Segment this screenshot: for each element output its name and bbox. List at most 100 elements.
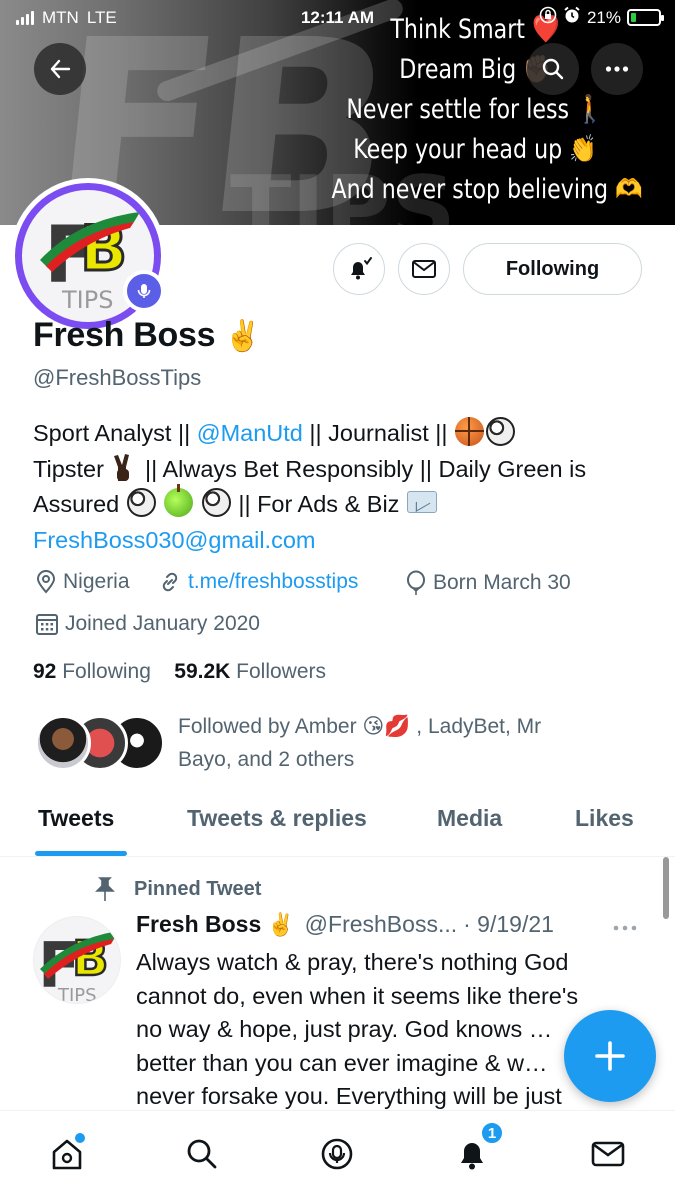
tweet-text-line: Always watch & pray, there's nothing God <box>136 949 569 975</box>
basketball-emoji <box>454 417 484 446</box>
more-options-button[interactable] <box>591 43 643 95</box>
tab-likes[interactable]: Likes <box>575 805 634 832</box>
motto-line: Never settle for less 🚶 <box>346 94 604 125</box>
victory-hand-emoji: ✌️ <box>224 320 262 353</box>
tweet-date[interactable]: · 9/19/21 <box>463 911 554 938</box>
birthday-text: Born March 30 <box>433 571 571 594</box>
motto-line: Keep your head up 👏 <box>353 134 597 165</box>
notifications-count-badge: 1 <box>480 1121 504 1145</box>
status-right: 21% <box>539 6 664 29</box>
battery-icon <box>627 9 664 26</box>
status-bar: MTN LTE 12:11 AM 21% <box>0 0 675 36</box>
tweet-more-button[interactable] <box>612 912 638 938</box>
followed-by-text[interactable]: Followed by Amber 😘💋 , LadyBet, Mr Bayo,… <box>178 710 638 776</box>
nav-search[interactable] <box>172 1129 232 1179</box>
home-new-dot <box>75 1133 85 1143</box>
bio-email-link[interactable]: FreshBoss030@gmail.com <box>33 527 315 553</box>
location-text: Nigeria <box>63 570 130 593</box>
spaces-mic-icon <box>137 284 151 298</box>
following-stat[interactable]: 92 Following <box>33 660 151 683</box>
search-icon <box>187 1139 217 1169</box>
spaces-icon <box>321 1138 353 1170</box>
profile-bio: Sport Analyst || @ManUtd || Journalist |… <box>33 416 653 558</box>
search-button[interactable] <box>527 43 579 95</box>
follow-stats: 92 Following 59.2K Followers <box>33 660 326 684</box>
tweet-author-handle[interactable]: @FreshBoss... <box>305 911 457 938</box>
nav-spaces[interactable] <box>307 1129 367 1179</box>
banner-motto: Think Smart ❤️ Dream Big ✊🏽 Never settle… <box>331 10 643 210</box>
bio-text: Tipster <box>33 455 111 482</box>
soccer-ball-emoji <box>126 488 156 517</box>
email-emoji <box>406 491 437 513</box>
alarm-icon <box>563 6 581 29</box>
tweet-author-name[interactable]: Fresh Boss <box>136 911 261 938</box>
website[interactable]: t.me/freshbosstips <box>158 570 358 594</box>
motto-line: And never stop believing 🫶 <box>331 174 643 205</box>
bio-text: || For Ads & Biz <box>231 491 406 517</box>
followed-by-line: Followed by Amber 😘💋 , LadyBet, Mr <box>178 715 542 738</box>
tab-tweets[interactable]: Tweets <box>38 805 114 832</box>
followers-stat[interactable]: 59.2K Followers <box>174 660 326 683</box>
joined-text: Joined January 2020 <box>65 612 260 635</box>
soccer-ball-emoji <box>201 488 231 517</box>
spaces-mic-badge[interactable] <box>123 270 165 312</box>
soccer-ball-emoji <box>485 417 515 446</box>
compose-tweet-button[interactable] <box>564 1010 656 1102</box>
calendar-icon <box>36 614 58 635</box>
following-button[interactable]: Following <box>463 243 642 295</box>
svg-text:TIPS: TIPS <box>57 985 97 1004</box>
bio-text: || Always Bet Responsibly || Daily Green… <box>138 455 587 482</box>
display-name-text: Fresh Boss <box>33 316 216 354</box>
link-icon <box>162 572 178 592</box>
bottom-navigation: 1 <box>0 1110 675 1200</box>
display-name: Fresh Boss ✌️ <box>33 316 262 355</box>
bio-text: Assured <box>33 491 126 517</box>
pinned-tweet-text: Pinned Tweet <box>134 877 262 900</box>
nav-home[interactable] <box>37 1129 97 1179</box>
join-date: Joined January 2020 <box>35 612 260 636</box>
bio-text: Sport Analyst || <box>33 420 197 446</box>
tab-media[interactable]: Media <box>437 805 502 832</box>
notifications-toggle-button[interactable] <box>333 243 385 295</box>
victory-hand-dark-emoji <box>114 453 130 481</box>
location: Nigeria <box>35 570 130 594</box>
tweet-text-line: cannot do, even when it seems like there… <box>136 982 579 1009</box>
following-count: 92 <box>33 660 57 683</box>
active-tab-indicator <box>35 851 127 856</box>
bio-text: || Journalist || <box>302 420 454 446</box>
followers-count: 59.2K <box>174 660 231 683</box>
pin-icon <box>95 877 115 901</box>
battery-percent: 21% <box>586 7 621 27</box>
more-icon <box>613 925 637 931</box>
balloon-icon <box>407 570 425 595</box>
message-button[interactable] <box>398 243 450 295</box>
victory-hand-emoji: ✌️ <box>267 911 295 937</box>
website-link[interactable]: t.me/freshbosstips <box>188 570 358 594</box>
bell-check-icon <box>351 257 372 280</box>
nav-messages[interactable] <box>578 1129 638 1179</box>
birthday: Born March 30 <box>405 570 571 596</box>
mail-icon <box>412 260 436 278</box>
back-button[interactable] <box>34 43 86 95</box>
plus-icon <box>595 1041 625 1071</box>
profile-tabs: Tweets Tweets & replies Media Likes <box>0 795 675 857</box>
tweet-author-avatar[interactable]: F B TIPS <box>33 916 121 1004</box>
followed-by-line: Bayo, and 2 others <box>178 748 355 771</box>
scrollbar[interactable] <box>663 857 669 919</box>
bio-mention-link[interactable]: @ManUtd <box>197 420 303 446</box>
tweet-header: Fresh Boss ✌️ @FreshBoss... · 9/19/21 <box>136 911 554 938</box>
followers-label: Followers <box>236 660 327 683</box>
followed-by-avatars[interactable] <box>35 715 165 773</box>
nav-notifications[interactable]: 1 <box>442 1121 504 1179</box>
svg-text:TIPS: TIPS <box>61 286 113 314</box>
tab-tweets-replies[interactable]: Tweets & replies <box>187 805 367 832</box>
battery-level <box>631 13 636 22</box>
search-icon <box>542 58 564 80</box>
profile-avatar[interactable]: F B TIPS <box>10 178 166 334</box>
location-icon <box>36 570 56 594</box>
mail-icon <box>591 1141 625 1167</box>
pinned-tweet-label: Pinned Tweet <box>92 876 261 902</box>
avatar <box>35 715 91 771</box>
avatar-logo: F B TIPS <box>38 929 118 1004</box>
profile-handle: @FreshBossTips <box>33 365 202 390</box>
